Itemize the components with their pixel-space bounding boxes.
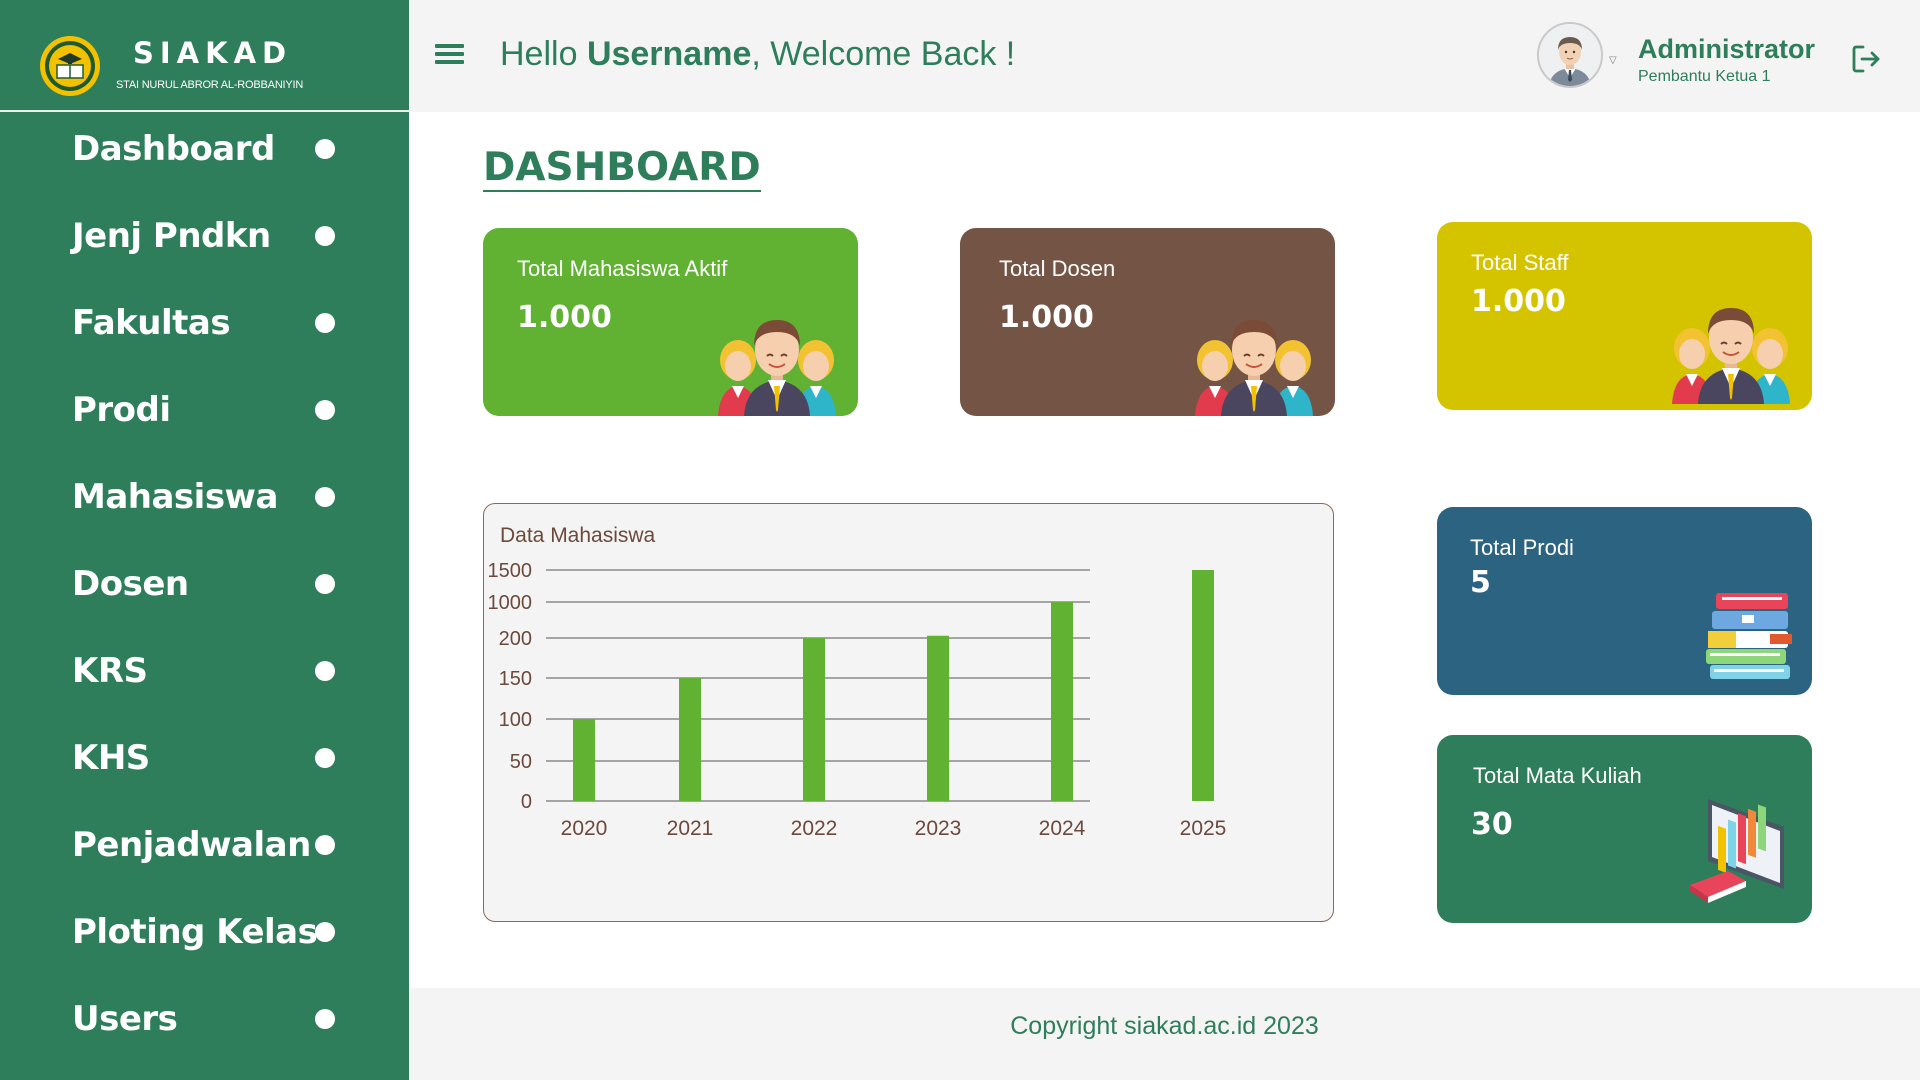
x-tick-label: 2022: [791, 817, 838, 840]
x-tick-label: 2023: [915, 817, 962, 840]
page-title: DASHBOARD: [483, 145, 761, 192]
sidebar-item-krs[interactable]: KRS: [0, 636, 409, 706]
card-total-staff[interactable]: Total Staff 1.000: [1437, 222, 1812, 410]
sidebar-item-label: Fakultas: [72, 303, 231, 343]
chart-bar: [927, 635, 949, 801]
welcome-greeting: Hello Username, Welcome Back !: [500, 35, 1015, 74]
y-tick-label: 150: [499, 668, 532, 690]
sidebar-item-dosen[interactable]: Dosen: [0, 549, 409, 619]
y-tick-label: 1000: [488, 592, 533, 614]
sidebar-item-mahasiswa[interactable]: Mahasiswa: [0, 462, 409, 532]
bullet-icon: [315, 574, 335, 594]
bar-chart: 1500 1000 200 150 100 50 0 2020 2021 2022 2023 2024…: [488, 560, 1227, 840]
brand-title: SIAKAD: [133, 36, 293, 70]
y-tick-label: 200: [499, 628, 532, 650]
people-icon: [1195, 320, 1313, 416]
chart-bar: [1192, 570, 1214, 801]
card-label: Total Prodi: [1470, 535, 1574, 560]
brand: SIAKAD STAI NURUL ABROR AL-ROBBANIYIN: [0, 0, 409, 112]
sidebar-item-label: Prodi: [72, 390, 171, 430]
bullet-icon: [315, 1009, 335, 1029]
sidebar-item-label: Dosen: [72, 564, 189, 604]
chart-data-mahasiswa: Data Mahasiswa 1500 1000 200 150 100 50 0 2020 2…: [483, 503, 1334, 922]
sidebar-item-label: Ploting Kelas: [72, 912, 318, 952]
sidebar-item-label: Penjadwalan: [72, 825, 311, 865]
sidebar-item-prodi[interactable]: Prodi: [0, 375, 409, 445]
bullet-icon: [315, 835, 335, 855]
card-value: 5: [1470, 565, 1491, 600]
card-label: Total Staff: [1471, 250, 1569, 275]
sidebar-item-jenj-pndkn[interactable]: Jenj Pndkn: [0, 201, 409, 271]
chart-bar: [803, 638, 825, 801]
card-label: Total Mata Kuliah: [1473, 763, 1642, 788]
bullet-icon: [315, 661, 335, 681]
card-value: 1.000: [1471, 284, 1566, 319]
bullet-icon: [315, 226, 335, 246]
bullet-icon: [315, 139, 335, 159]
x-tick-label: 2020: [561, 817, 608, 840]
sidebar-item-label: Dashboard: [72, 129, 275, 169]
institution-logo-icon: [40, 36, 100, 96]
user-role: Pembantu Ketua 1: [1638, 68, 1771, 85]
card-label: Total Dosen: [999, 256, 1116, 281]
user-name: Administrator: [1638, 34, 1816, 64]
bullet-icon: [315, 748, 335, 768]
sidebar-item-label: KHS: [72, 738, 150, 778]
people-icon: [1672, 308, 1790, 404]
sidebar-item-fakultas[interactable]: Fakultas: [0, 288, 409, 358]
bullet-icon: [315, 922, 335, 942]
sidebar-item-penjadwalan[interactable]: Penjadwalan: [0, 810, 409, 880]
card-total-mata-kuliah[interactable]: Total Mata Kuliah 30: [1437, 735, 1812, 923]
people-icon: [718, 320, 836, 416]
greeting-prefix: Hello: [500, 35, 587, 73]
sidebar-item-label: Jenj Pndkn: [72, 216, 271, 256]
card-value: 1.000: [517, 300, 612, 335]
chevron-down-icon[interactable]: ▽: [1609, 55, 1617, 66]
card-value: 1.000: [999, 300, 1094, 335]
chart-bar: [679, 678, 701, 801]
card-total-dosen[interactable]: Total Dosen 1.000: [960, 228, 1335, 416]
bookshelf-icon: [1690, 799, 1784, 903]
y-tick-label: 1500: [488, 560, 533, 582]
chart-bar: [1051, 602, 1073, 801]
hamburger-menu-icon[interactable]: [435, 44, 467, 70]
bullet-icon: [315, 400, 335, 420]
x-tick-label: 2021: [667, 817, 714, 840]
sidebar-item-label: Users: [72, 999, 178, 1039]
sidebar-item-ploting-kelas[interactable]: Ploting Kelas: [0, 897, 409, 967]
bullet-icon: [315, 487, 335, 507]
y-tick-label: 100: [499, 709, 532, 731]
sidebar-item-dashboard[interactable]: Dashboard: [0, 114, 409, 184]
user-avatar-icon: [1539, 24, 1601, 86]
x-tick-label: 2025: [1180, 817, 1227, 840]
card-total-prodi[interactable]: Total Prodi 5: [1437, 507, 1812, 695]
y-tick-label: 0: [521, 791, 532, 813]
books-icon: [1706, 593, 1792, 679]
greeting-username: Username: [586, 35, 752, 73]
sidebar: SIAKAD STAI NURUL ABROR AL-ROBBANIYIN Da…: [0, 0, 409, 1080]
x-tick-label: 2024: [1039, 817, 1086, 840]
y-tick-label: 50: [510, 751, 532, 773]
greeting-suffix: , Welcome Back !: [751, 35, 1016, 73]
logout-icon[interactable]: [1850, 43, 1882, 75]
footer-copyright: Copyright siakad.ac.id 2023: [1010, 1012, 1319, 1040]
avatar[interactable]: [1537, 22, 1603, 88]
sidebar-item-label: Mahasiswa: [72, 477, 278, 517]
sidebar-item-khs[interactable]: KHS: [0, 723, 409, 793]
sidebar-item-label: KRS: [72, 651, 148, 691]
bullet-icon: [315, 313, 335, 333]
brand-subtitle: STAI NURUL ABROR AL-ROBBANIYIN: [116, 79, 304, 91]
footer: Copyright siakad.ac.id 2023: [409, 988, 1920, 1080]
card-total-mahasiswa[interactable]: Total Mahasiswa Aktif 1.000: [483, 228, 858, 416]
card-value: 30: [1471, 807, 1513, 842]
chart-bar: [573, 719, 595, 801]
card-label: Total Mahasiswa Aktif: [517, 256, 728, 281]
sidebar-item-users[interactable]: Users: [0, 984, 409, 1054]
top-bar: Hello Username, Welcome Back ! ▽ Adminis…: [409, 0, 1920, 112]
